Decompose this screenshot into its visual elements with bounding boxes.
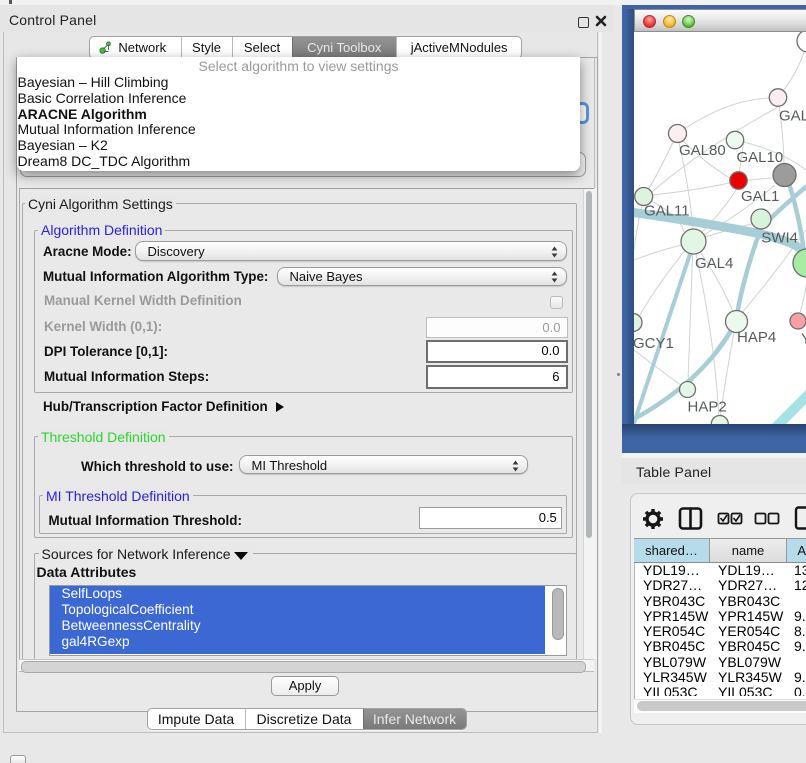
svg-text:GAL11: GAL11 [644,203,690,220]
svg-text:GAL1: GAL1 [741,188,779,205]
svg-text:GCY1: GCY1 [634,335,674,352]
svg-text:GAL7: GAL7 [779,108,806,125]
svg-text:HAP4: HAP4 [737,329,776,346]
svg-text:SWI4: SWI4 [761,230,798,247]
svg-text:GAL4: GAL4 [695,255,733,272]
svg-text:GAL10: GAL10 [737,149,784,166]
svg-text:HAP2: HAP2 [688,399,727,416]
svg-text:GAL80: GAL80 [679,142,726,159]
svg-text:YEL: YEL [801,331,806,348]
